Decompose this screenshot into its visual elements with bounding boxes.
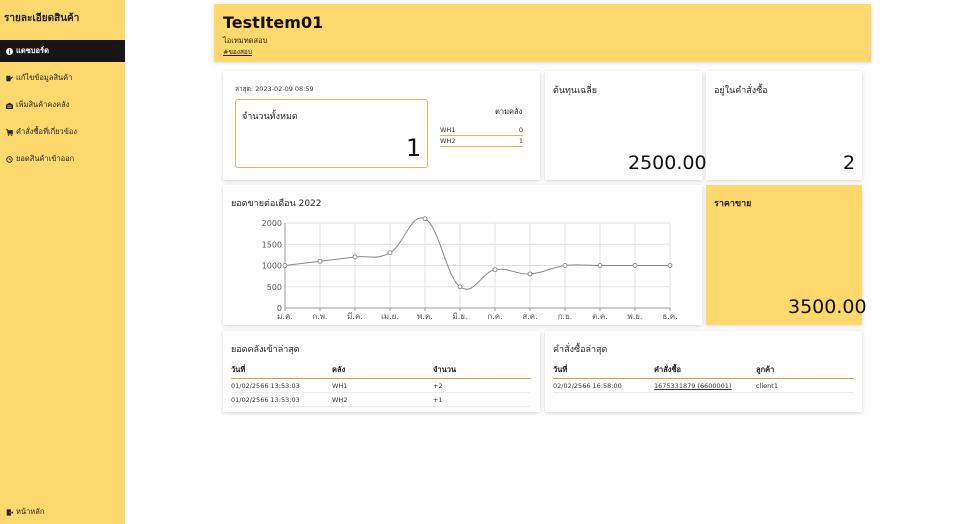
table-row: 01/02/2566 13:53:03 WH1 +2 — [231, 378, 531, 393]
table-cell: WH2 — [332, 392, 433, 407]
data-point — [667, 263, 673, 268]
table-cell: client1 — [756, 378, 854, 393]
avg-cost-value: 2500.00 — [628, 152, 707, 174]
x-tick-label: ก.พ. — [312, 312, 327, 321]
warehouse-row: WH1 0 — [440, 126, 523, 136]
warehouse-qty: 1 — [518, 137, 523, 145]
warehouse-name: WH1 — [440, 126, 456, 134]
warehouse-name: WH2 — [440, 137, 456, 145]
column-header: คำสั่งซื้อ — [654, 364, 756, 379]
info-icon — [6, 47, 13, 55]
data-point — [352, 254, 358, 260]
order-link[interactable]: 1675331879 (6600001) — [654, 378, 756, 393]
sidebar-item-stock-history[interactable]: ยอดสินค้าเข้าออก — [0, 148, 125, 170]
data-point — [282, 263, 288, 268]
y-tick-label: 2000 — [262, 219, 282, 228]
sidebar-item-label: แดชบอร์ด — [16, 46, 49, 55]
sidebar-item-label: ยอดสินค้าเข้าออก — [16, 154, 75, 163]
x-tick-label: ต.ค. — [592, 312, 608, 321]
x-tick-label: มี.ค. — [347, 312, 363, 321]
home-label: หน้าหลัก — [16, 507, 45, 516]
product-header: TestItem01 ไอเทมทดสอบ #ของสอบ — [214, 4, 871, 62]
data-point — [632, 263, 638, 268]
warehouse-row: WH2 1 — [440, 137, 523, 147]
data-point — [597, 263, 603, 268]
edit-icon — [6, 75, 13, 82]
x-tick-label: ส.ค. — [522, 312, 537, 321]
sidebar-item-edit-product[interactable]: แก้ไขข้อมูลสินค้า — [0, 67, 125, 89]
warehouse-icon — [6, 102, 13, 109]
data-point — [317, 258, 323, 264]
product-tag-link[interactable]: #ของสอบ — [223, 47, 252, 57]
table-row: 02/02/2566 16:58:00 1675331879 (6600001)… — [553, 378, 854, 393]
sidebar-item-dashboard[interactable]: แดชบอร์ด — [0, 40, 125, 62]
column-header: ลูกค้า — [756, 364, 854, 379]
in-orders-label: อยู่ในคำสั่งซื้อ — [714, 86, 768, 96]
stock-by-warehouse-label: ตามคลัง — [495, 107, 523, 116]
recent-stock-title: ยอดคลังเข้าล่าสุด — [231, 345, 300, 355]
y-tick-label: 1500 — [262, 240, 282, 249]
cart-icon — [6, 128, 13, 136]
y-tick-label: 500 — [267, 283, 282, 292]
stock-total-value: 1 — [406, 134, 422, 162]
sidebar-home-link[interactable]: หน้าหลัก — [0, 503, 125, 521]
data-point — [562, 263, 568, 268]
sidebar-item-label: เพิ่มสินค้าคงคลัง — [16, 100, 70, 109]
data-point — [527, 271, 533, 277]
column-header: คลัง — [332, 364, 433, 379]
table-cell: 01/02/2566 13:53:03 — [231, 378, 332, 393]
sidebar-item-add-stock[interactable]: เพิ่มสินค้าคงคลัง — [0, 94, 125, 116]
x-tick-label: ก.ย. — [558, 312, 573, 321]
table-cell: WH1 — [332, 378, 433, 393]
stock-updated: ล่าสุด: 2023-02-09 08:59 — [235, 85, 314, 93]
recent-stock-table: วันที่ คลัง จำนวน 01/02/2566 13:53:03 WH… — [231, 364, 531, 407]
y-tick-label: 1000 — [262, 262, 282, 271]
stock-total-label: จำนวนทั้งหมด — [242, 112, 298, 122]
column-header: วันที่ — [231, 364, 332, 379]
x-tick-label: พ.ค. — [417, 312, 433, 321]
sidebar-item-label: คำสั่งซื้อที่เกี่ยวข้อง — [16, 127, 78, 136]
price-label: ราคาขาย — [714, 199, 752, 209]
table-cell: +1 — [433, 392, 531, 407]
door-exit-icon — [6, 508, 13, 516]
sidebar-title: รายละเอียดสินค้า — [4, 13, 80, 24]
column-header: จำนวน — [433, 364, 531, 379]
x-tick-label: พ.ย. — [627, 312, 642, 321]
table-cell: 01/02/2566 13:53:03 — [231, 392, 332, 407]
warehouse-qty: 0 — [518, 126, 523, 134]
table-header-row: วันที่ คำสั่งซื้อ ลูกค้า — [553, 364, 854, 379]
product-subtitle: ไอเทมทดสอบ — [223, 36, 268, 45]
x-tick-label: ธ.ค. — [662, 312, 677, 321]
x-tick-label: มิ.ย. — [452, 312, 467, 321]
data-point — [492, 267, 498, 273]
sidebar: รายละเอียดสินค้า แดชบอร์ด แก้ไขข้อมูลสิน… — [0, 0, 125, 524]
history-icon — [6, 155, 13, 163]
price-value: 3500.00 — [788, 296, 867, 318]
sidebar-item-orders[interactable]: คำสั่งซื้อที่เกี่ยวข้อง — [0, 121, 125, 143]
x-tick-label: เม.ย. — [381, 312, 399, 321]
sales-line-chart: 0500100015002000ม.ค. ก.พ. มี.ค. เม.ย. พ.ค. มิ… — [262, 216, 678, 321]
product-title: TestItem01 — [223, 13, 324, 32]
data-point — [422, 216, 428, 222]
data-point — [457, 284, 463, 290]
chart-title: ยอดขายต่อเดือน 2022 — [231, 199, 322, 209]
table-cell: +2 — [433, 378, 531, 393]
in-orders-value: 2 — [843, 152, 856, 174]
sidebar-item-label: แก้ไขข้อมูลสินค้า — [16, 73, 73, 82]
recent-orders-table: วันที่ คำสั่งซื้อ ลูกค้า 02/02/2566 16:5… — [553, 364, 854, 393]
table-header-row: วันที่ คลัง จำนวน — [231, 364, 531, 379]
data-point — [387, 250, 393, 256]
x-tick-label: ก.ค. — [487, 312, 502, 321]
recent-orders-title: คำสั่งซื้อล่าสุด — [553, 345, 608, 355]
column-header: วันที่ — [553, 364, 654, 379]
table-row: 01/02/2566 13:53:03 WH2 +1 — [231, 392, 531, 407]
x-tick-label: ม.ค. — [277, 312, 293, 321]
table-cell: 02/02/2566 16:58:00 — [553, 378, 654, 393]
series-line — [284, 217, 670, 290]
avg-cost-label: ต้นทุนเฉลี่ย — [553, 86, 598, 96]
